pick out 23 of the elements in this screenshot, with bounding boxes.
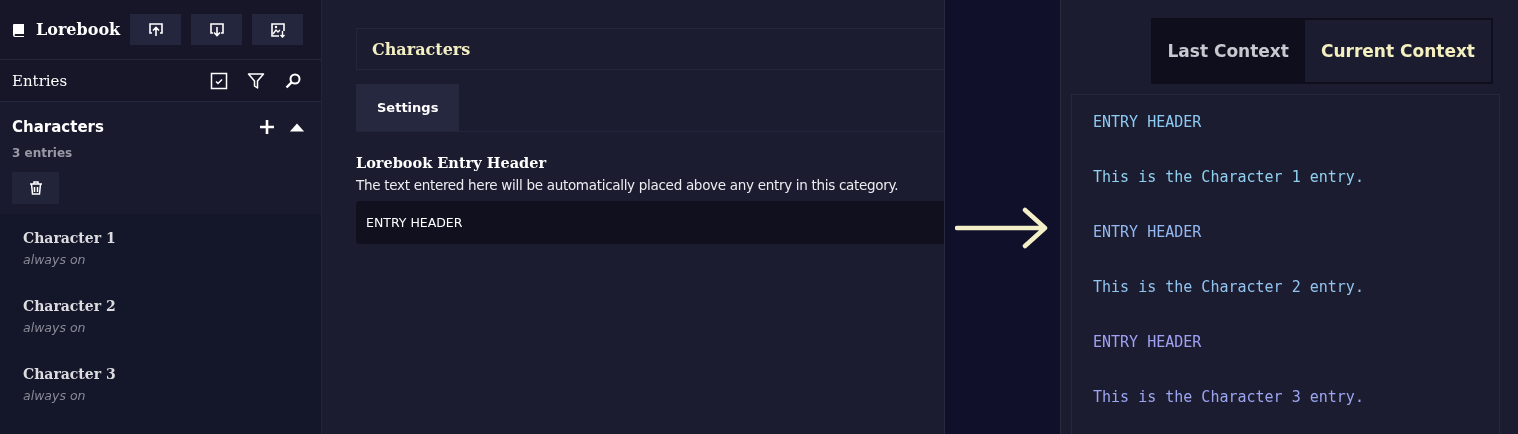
entry-name[interactable]: Character 2 [23,298,321,314]
field-label: Lorebook Entry Header [356,154,548,171]
entry-status: always on [23,320,87,335]
section-label: Entries [12,71,69,90]
context-line: This is the Character 2 entry. [1093,278,1365,298]
entry-count: 3 entries [12,146,74,160]
entry-status: always on [23,252,87,267]
context-tab[interactable]: Last Context [1151,18,1305,84]
tab[interactable]: Settings [356,84,460,131]
context-line: ENTRY HEADER [1093,333,1203,353]
context-tab[interactable]: Current Context [1304,20,1491,82]
context-line: ENTRY HEADER [1093,113,1203,133]
field-description: The text entered here will be automatically placed above any entry in this category. [356,177,900,193]
input-field[interactable]: ENTRY HEADER [356,201,944,244]
context-line: ENTRY HEADER [1093,223,1203,243]
context-line: This is the Character 1 entry. [1093,168,1365,188]
entry-name[interactable]: Character 1 [23,230,321,246]
context-line: This is the Character 3 entry. [1093,388,1365,408]
category-name[interactable]: Characters [12,118,253,136]
entry-name[interactable]: Character 3 [23,366,321,382]
app-title: Lorebook [36,20,122,40]
category-title: Characters [372,39,471,59]
entry-status: always on [23,388,87,403]
